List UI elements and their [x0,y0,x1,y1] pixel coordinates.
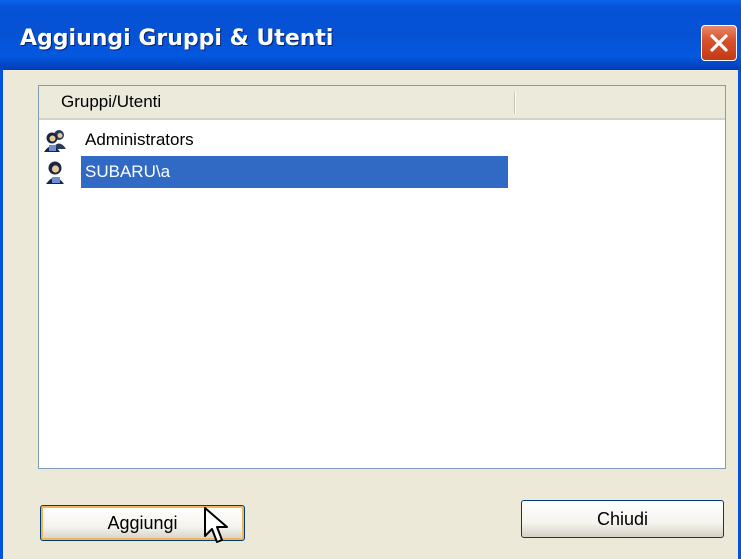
title-bar[interactable]: Aggiungi Gruppi & Utenti [0,0,741,70]
group-icon [44,130,66,152]
mouse-pointer-icon [204,507,228,543]
user-icon [46,161,64,184]
list-header: Gruppi/Utenti [39,86,725,120]
close-icon [710,34,728,52]
window-frame-left [0,70,3,559]
column-header-empty[interactable] [514,86,725,118]
close-window-button[interactable] [701,25,737,61]
window-title: Aggiungi Gruppi & Utenti [20,26,334,51]
close-button[interactable]: Chiudi [521,500,724,538]
column-header-groups-users[interactable]: Gruppi/Utenti [39,86,514,118]
list-item-administrators[interactable]: Administrators [39,124,725,156]
groups-users-list[interactable]: Gruppi/Utenti Administrators SUBARU\a [38,85,726,469]
list-item-label: SUBARU\a [81,156,508,188]
dialog-window: Aggiungi Gruppi & Utenti Gruppi/Utenti A… [0,0,741,559]
list-item-subaru-a[interactable]: SUBARU\a [39,156,725,188]
list-item-label: Administrators [85,130,194,149]
